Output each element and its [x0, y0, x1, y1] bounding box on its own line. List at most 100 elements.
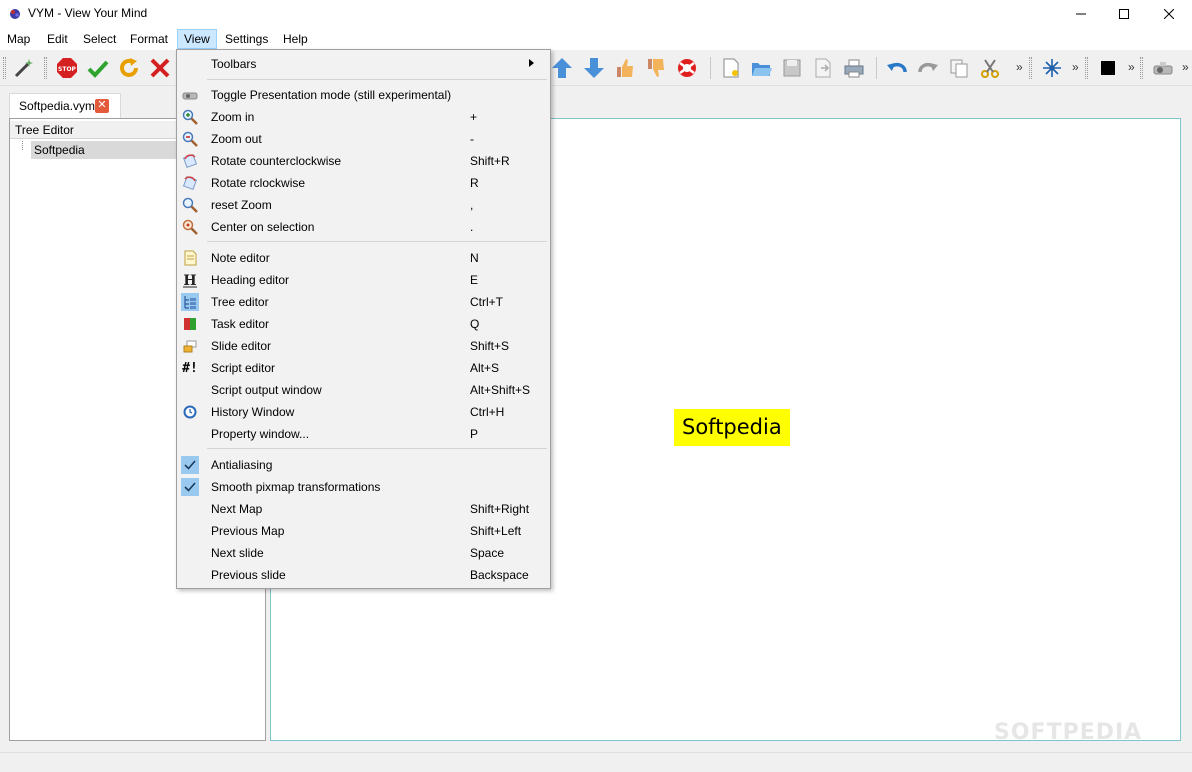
menu-item-label: Property window... — [211, 427, 310, 441]
projector-icon[interactable] — [1150, 55, 1176, 81]
tab-softpedia[interactable]: Softpedia.vym ✕ — [9, 93, 121, 118]
menu-item-label: Rotate rclockwise — [211, 176, 306, 190]
menu-item-shortcut: E — [470, 273, 479, 287]
menu-item-rotate-cw[interactable]: Rotate rclockwise R — [177, 172, 550, 194]
save-icon[interactable] — [779, 55, 805, 81]
copy-icon[interactable] — [946, 55, 972, 81]
move-up-icon[interactable] — [549, 55, 575, 81]
menu-format[interactable]: Format — [124, 29, 174, 49]
menu-item-previous-slide[interactable]: Previous slide Backspace — [177, 564, 550, 586]
check-icon[interactable] — [85, 55, 111, 81]
history-clock-icon — [181, 403, 199, 421]
menu-item-rotate-ccw[interactable]: Rotate counterclockwise Shift+R — [177, 150, 550, 172]
redo-icon[interactable] — [915, 55, 941, 81]
note-icon — [181, 249, 199, 267]
tree-line — [22, 141, 23, 150]
toolbar-handle[interactable] — [3, 57, 6, 79]
toolbar-handle[interactable] — [1029, 57, 1032, 79]
toolbar-overflow[interactable]: » — [1182, 60, 1189, 74]
lifebuoy-icon[interactable] — [674, 55, 700, 81]
cross-icon[interactable] — [147, 55, 173, 81]
export-icon[interactable] — [810, 55, 836, 81]
menu-item-toggle-presentation[interactable]: Toggle Presentation mode (still experime… — [177, 84, 550, 106]
vym-app-icon — [10, 9, 20, 19]
menu-item-property-window[interactable]: Property window... P — [177, 423, 550, 445]
refresh-icon[interactable] — [116, 55, 142, 81]
menu-item-label: Next Map — [211, 502, 263, 516]
menu-help[interactable]: Help — [277, 29, 314, 49]
undo-icon[interactable] — [884, 55, 910, 81]
minimize-button[interactable] — [1058, 0, 1104, 28]
view-menu-dropdown: Toolbars Toggle Presentation mode (still… — [176, 49, 551, 589]
open-folder-icon[interactable] — [748, 55, 774, 81]
menu-item-label: Antialiasing — [211, 458, 273, 472]
sparkle-icon[interactable] — [1039, 55, 1065, 81]
menu-item-shortcut: Alt+S — [470, 361, 500, 375]
stop-icon[interactable]: STOP — [54, 55, 80, 81]
menu-item-label: Zoom in — [211, 110, 255, 124]
menu-item-history-window[interactable]: History Window Ctrl+H — [177, 401, 550, 423]
menu-item-next-map[interactable]: Next Map Shift+Right — [177, 498, 550, 520]
menu-item-label: Previous slide — [211, 568, 286, 582]
menu-item-tree-editor[interactable]: Tree editor Ctrl+T — [177, 291, 550, 313]
zoom-in-icon — [181, 108, 199, 126]
wand-icon[interactable] — [11, 55, 37, 81]
menu-settings[interactable]: Settings — [219, 29, 274, 49]
toolbar-overflow[interactable]: » — [1072, 60, 1079, 74]
new-file-icon[interactable] — [718, 55, 744, 81]
menu-item-zoom-out[interactable]: Zoom out - — [177, 128, 550, 150]
menu-item-smooth-pixmap[interactable]: Smooth pixmap transformations — [177, 476, 550, 498]
title-bar: VYM - View Your Mind — [0, 0, 1192, 28]
menu-item-shortcut: Shift+R — [470, 154, 510, 168]
menu-item-label: reset Zoom — [211, 198, 272, 212]
toolbar-handle[interactable] — [1140, 57, 1143, 79]
menu-bar: Map Edit Select Format View Settings Hel… — [0, 28, 1192, 50]
menu-item-label: Task editor — [211, 317, 270, 331]
menu-item-reset-zoom[interactable]: reset Zoom , — [177, 194, 550, 216]
menu-item-previous-map[interactable]: Previous Map Shift+Left — [177, 520, 550, 542]
menu-item-zoom-in[interactable]: Zoom in + — [177, 106, 550, 128]
rotate-cw-icon — [181, 174, 199, 192]
toolbar-handle[interactable] — [44, 57, 47, 79]
toolbar-handle[interactable] — [1085, 57, 1088, 79]
menu-item-script-editor[interactable]: #! Script editor Alt+S — [177, 357, 550, 379]
thumbs-down-icon[interactable] — [643, 55, 669, 81]
close-button[interactable] — [1146, 0, 1192, 28]
tab-close-button[interactable]: ✕ — [95, 99, 109, 113]
thumbs-up-icon[interactable] — [612, 55, 638, 81]
check-icon — [181, 478, 199, 496]
menu-item-antialiasing[interactable]: Antialiasing — [177, 454, 550, 476]
menu-item-shortcut: R — [470, 176, 479, 190]
menu-edit[interactable]: Edit — [41, 29, 74, 49]
svg-text:H: H — [183, 273, 196, 288]
color-swatch-icon[interactable] — [1095, 55, 1121, 81]
menu-item-next-slide[interactable]: Next slide Space — [177, 542, 550, 564]
map-node-softpedia[interactable]: Softpedia — [674, 409, 790, 446]
slide-icon — [181, 337, 199, 355]
menu-item-shortcut: + — [470, 110, 478, 124]
menu-item-heading-editor[interactable]: H Heading editor E — [177, 269, 550, 291]
menu-item-note-editor[interactable]: Note editor N — [177, 247, 550, 269]
menu-item-toolbars[interactable]: Toolbars — [177, 53, 550, 75]
toolbar-overflow[interactable]: » — [1128, 60, 1135, 74]
reset-zoom-icon — [181, 196, 199, 214]
menu-view[interactable]: View — [177, 29, 217, 49]
minimize-icon — [1076, 13, 1086, 15]
tab-label: Softpedia.vym — [19, 99, 96, 113]
window-title: VYM - View Your Mind — [28, 6, 148, 20]
print-icon[interactable] — [841, 55, 867, 81]
move-down-icon[interactable] — [581, 55, 607, 81]
menu-item-center-selection[interactable]: Center on selection . — [177, 216, 550, 238]
menu-item-shortcut: Alt+Shift+S — [470, 383, 531, 397]
menu-item-task-editor[interactable]: Task editor Q — [177, 313, 550, 335]
toolbar-overflow[interactable]: » — [1016, 60, 1023, 74]
menu-select[interactable]: Select — [77, 29, 122, 49]
menu-map[interactable]: Map — [1, 29, 36, 49]
maximize-button[interactable] — [1101, 0, 1147, 28]
menu-item-label: Note editor — [211, 251, 270, 265]
rotate-ccw-icon — [181, 152, 199, 170]
menu-item-slide-editor[interactable]: Slide editor Shift+S — [177, 335, 550, 357]
cut-icon[interactable] — [977, 55, 1003, 81]
menu-item-shortcut: . — [470, 220, 474, 234]
menu-item-script-output[interactable]: Script output window Alt+Shift+S — [177, 379, 550, 401]
